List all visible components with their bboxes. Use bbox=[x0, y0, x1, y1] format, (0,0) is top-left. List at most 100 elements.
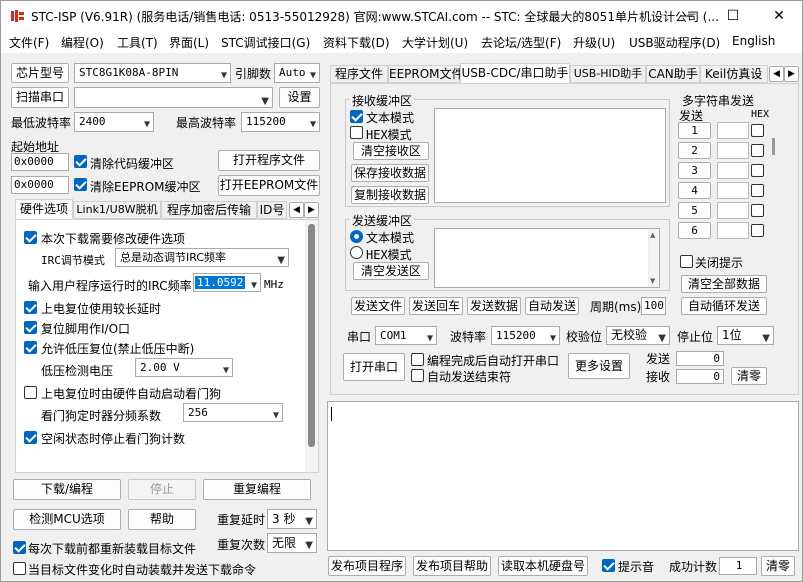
idle-stop-wdt-checkbox[interactable] bbox=[24, 431, 37, 444]
menu-program[interactable]: 编程(O) bbox=[61, 34, 104, 51]
multi-string-1-input[interactable] bbox=[717, 122, 749, 139]
multi-string-4-input[interactable] bbox=[717, 182, 749, 199]
menu-usb-driver[interactable]: USB驱动程序(D) bbox=[629, 34, 720, 51]
clear-all-button[interactable]: 清空全部数据 bbox=[681, 275, 767, 293]
clear-recv-button[interactable]: 清空接收区 bbox=[353, 142, 429, 160]
success-clear-button[interactable]: 清零 bbox=[761, 556, 795, 576]
serial-port-select[interactable]: COM1 ▼ bbox=[375, 326, 437, 345]
tab-keil[interactable]: Keil仿真设 bbox=[700, 65, 768, 83]
tab-link1-offline[interactable]: Link1/U8W脱机 bbox=[73, 201, 161, 219]
max-baud-select[interactable]: 115200 ▼ bbox=[241, 112, 320, 132]
multi-send-5-button[interactable]: 5 bbox=[678, 202, 711, 219]
tab-encrypted-transfer[interactable]: 程序加密后传输 bbox=[161, 201, 257, 219]
watchdog-auto-checkbox[interactable] bbox=[24, 386, 37, 399]
clear-send-button[interactable]: 清空发送区 bbox=[353, 262, 429, 280]
more-settings-button[interactable]: 更多设置 bbox=[568, 353, 630, 379]
repeat-count-select[interactable]: 无限 ▼ bbox=[267, 533, 317, 553]
beep-checkbox[interactable] bbox=[602, 559, 615, 572]
read-disk-button[interactable]: 读取本机硬盘号 bbox=[498, 556, 588, 576]
send-file-button[interactable]: 发送文件 bbox=[351, 297, 405, 315]
multi-send-3-button[interactable]: 3 bbox=[678, 162, 711, 179]
close-button[interactable]: ✕ bbox=[756, 1, 802, 31]
recv-textarea[interactable] bbox=[434, 108, 666, 203]
send-enter-button[interactable]: 发送回车 bbox=[409, 297, 463, 315]
download-program-button[interactable]: 下载/编程 bbox=[13, 479, 121, 500]
code-address-input[interactable]: 0x0000 bbox=[11, 153, 69, 171]
auto-end-checkbox[interactable] bbox=[411, 369, 424, 382]
hw-scroll-thumb[interactable] bbox=[308, 224, 315, 447]
tab-can[interactable]: CAN助手 bbox=[646, 65, 700, 83]
scroll-up-icon[interactable]: ▲ bbox=[650, 231, 655, 239]
port-select[interactable]: ▼ bbox=[74, 87, 273, 108]
modify-hw-checkbox[interactable] bbox=[24, 231, 37, 244]
help-button[interactable]: 帮助 bbox=[128, 509, 196, 530]
tab-scroll-left-icon[interactable]: ◀ bbox=[289, 202, 304, 218]
tab-usb-hid[interactable]: USB-HID助手 bbox=[570, 65, 646, 83]
irc-freq-select[interactable]: 11.0592 ▼ bbox=[193, 273, 261, 292]
close-tip-checkbox[interactable] bbox=[680, 255, 693, 268]
right-tab-scroll-left-icon[interactable]: ◀ bbox=[769, 66, 784, 82]
tab-usb-cdc-serial[interactable]: USB-CDC/串口助手 bbox=[460, 63, 570, 84]
multi-send-4-button[interactable]: 4 bbox=[678, 182, 711, 199]
repeat-program-button[interactable]: 重复编程 bbox=[203, 479, 311, 500]
tab-program-file[interactable]: 程序文件 bbox=[330, 65, 388, 83]
min-baud-select[interactable]: 2400 ▼ bbox=[74, 112, 154, 132]
open-eeprom-file-button[interactable]: 打开EEPROM文件 bbox=[218, 175, 320, 196]
hw-scrollbar[interactable] bbox=[305, 220, 318, 472]
maximize-button[interactable]: ☐ bbox=[710, 1, 756, 31]
scroll-down-icon[interactable]: ▼ bbox=[650, 277, 655, 285]
reset-io-checkbox[interactable] bbox=[24, 321, 37, 334]
scan-port-button[interactable]: 扫描串口 bbox=[11, 87, 69, 108]
multi-hex-6-checkbox[interactable] bbox=[751, 224, 764, 237]
send-textarea[interactable]: ▲ ▼ bbox=[434, 228, 660, 288]
low-volt-reset-checkbox[interactable] bbox=[24, 341, 37, 354]
multi-hex-3-checkbox[interactable] bbox=[751, 164, 764, 177]
multi-string-5-input[interactable] bbox=[717, 202, 749, 219]
output-log[interactable] bbox=[327, 401, 799, 551]
send-text-mode-radio[interactable] bbox=[350, 230, 363, 243]
multi-hex-5-checkbox[interactable] bbox=[751, 204, 764, 217]
menu-file[interactable]: 文件(F) bbox=[9, 34, 49, 51]
right-tab-scroll-right-icon[interactable]: ▶ bbox=[784, 66, 799, 82]
tab-id-number[interactable]: ID号 bbox=[257, 201, 287, 219]
irc-mode-select[interactable]: 总是动态调节IRC频率 ▼ bbox=[115, 248, 289, 267]
stop-bits-select[interactable]: 1位 ▼ bbox=[717, 326, 774, 345]
open-program-file-button[interactable]: 打开程序文件 bbox=[218, 150, 320, 171]
multi-scroll-thumb[interactable] bbox=[772, 138, 775, 155]
send-data-button[interactable]: 发送数据 bbox=[467, 297, 521, 315]
menu-forum[interactable]: 去论坛/选型(F) bbox=[481, 34, 561, 51]
menu-english[interactable]: English bbox=[732, 34, 775, 48]
copy-recv-button[interactable]: 复制接收数据 bbox=[351, 186, 429, 204]
auto-loop-button[interactable]: 自动循环发送 bbox=[681, 297, 767, 315]
baud-select[interactable]: 115200 ▼ bbox=[491, 326, 560, 345]
open-port-button[interactable]: 打开串口 bbox=[343, 353, 405, 381]
wdt-div-select[interactable]: 256 ▼ bbox=[183, 403, 283, 422]
settings-button[interactable]: 设置 bbox=[279, 87, 320, 108]
menu-university[interactable]: 大学计划(U) bbox=[402, 34, 468, 51]
send-hex-mode-radio[interactable] bbox=[350, 246, 363, 259]
publish-help-button[interactable]: 发布项目帮助 bbox=[413, 556, 491, 576]
eeprom-address-input[interactable]: 0x0000 bbox=[11, 176, 69, 194]
check-mcu-button[interactable]: 检测MCU选项 bbox=[13, 509, 121, 530]
auto-on-change-checkbox[interactable] bbox=[13, 562, 26, 575]
low-volt-select[interactable]: 2.00 V ▼ bbox=[135, 358, 233, 377]
multi-send-1-button[interactable]: 1 bbox=[678, 122, 711, 139]
menu-tools[interactable]: 工具(T) bbox=[117, 34, 158, 51]
menu-download[interactable]: 资料下载(D) bbox=[323, 34, 390, 51]
stop-button[interactable]: 停止 bbox=[128, 479, 196, 500]
reload-before-checkbox[interactable] bbox=[13, 541, 26, 554]
multi-hex-1-checkbox[interactable] bbox=[751, 124, 764, 137]
multi-send-2-button[interactable]: 2 bbox=[678, 142, 711, 159]
tab-scroll-right-icon[interactable]: ▶ bbox=[304, 202, 319, 218]
pin-count-select[interactable]: Auto ▼ bbox=[274, 63, 320, 83]
auto-open-checkbox[interactable] bbox=[411, 353, 424, 366]
menu-interface[interactable]: 界面(L) bbox=[169, 34, 209, 51]
minimize-button[interactable]: — bbox=[664, 1, 710, 31]
parity-select[interactable]: 无校验 ▼ bbox=[606, 326, 670, 345]
recv-hex-mode-checkbox[interactable] bbox=[350, 126, 363, 139]
send-scrollbar[interactable]: ▲ ▼ bbox=[648, 229, 659, 287]
power-delay-checkbox[interactable] bbox=[24, 301, 37, 314]
multi-string-2-input[interactable] bbox=[717, 142, 749, 159]
repeat-delay-select[interactable]: 3 秒 ▼ bbox=[267, 509, 317, 529]
clear-count-button[interactable]: 清零 bbox=[731, 367, 767, 385]
